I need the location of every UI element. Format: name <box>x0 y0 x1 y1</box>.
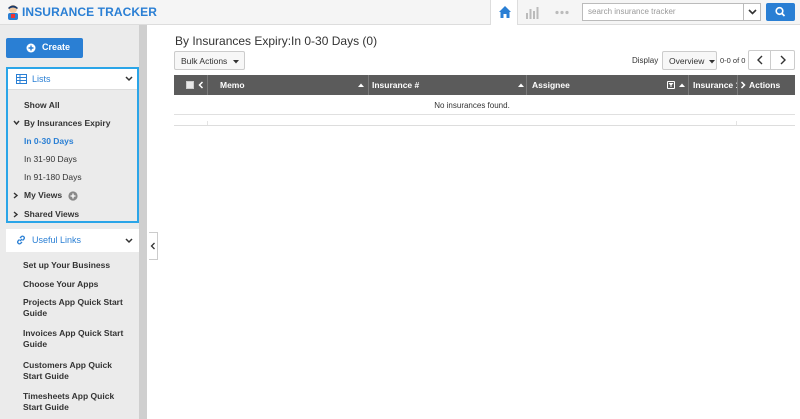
view-select[interactable]: Overview <box>662 51 717 70</box>
top-bar: INSURANCE TRACKER search insurance track… <box>0 0 800 25</box>
chevron-down-icon <box>748 9 757 15</box>
table-empty-row: No insurances found. <box>174 95 795 115</box>
sidebar-collapse-handle[interactable] <box>149 232 158 260</box>
column-header-memo[interactable]: Memo <box>208 75 369 95</box>
list-item-91-180-days[interactable]: In 91-180 Days <box>24 172 82 182</box>
list-item-show-all[interactable]: Show All <box>24 100 60 110</box>
table-list-icon <box>16 74 27 84</box>
caret-down-icon <box>233 60 239 64</box>
select-all-column <box>174 75 208 95</box>
useful-link-projects-guide[interactable]: Projects App Quick Start Guide <box>23 297 133 319</box>
filter-icon[interactable] <box>667 81 675 89</box>
column-header-assignee-label: Assignee <box>532 80 570 90</box>
home-nav-button[interactable] <box>490 0 518 25</box>
useful-links-title: Useful Links <box>32 235 82 245</box>
app-title[interactable]: INSURANCE TRACKER <box>22 5 157 19</box>
chevron-down-icon <box>13 120 20 126</box>
list-item-my-views[interactable]: My Views <box>24 190 62 200</box>
useful-link-setup-business[interactable]: Set up Your Business <box>23 260 133 271</box>
chevron-left-icon <box>757 55 763 65</box>
plus-circle-icon <box>26 43 36 53</box>
chevron-right-icon[interactable] <box>740 81 746 89</box>
app-logo-icon <box>8 5 18 20</box>
home-icon <box>499 6 511 18</box>
record-count: 0-0 of 0 <box>720 56 746 65</box>
chevron-down-icon <box>125 238 133 244</box>
select-all-checkbox[interactable] <box>186 81 194 89</box>
chart-icon <box>526 7 539 19</box>
previous-page-button[interactable] <box>748 50 771 70</box>
sort-icon <box>358 83 364 87</box>
lists-panel-header[interactable]: Lists <box>8 69 137 90</box>
column-header-insurance-number[interactable]: Insurance # <box>369 75 527 95</box>
lists-panel: Lists Show All By Insurances Expiry In 0… <box>6 67 139 223</box>
create-button[interactable]: Create <box>6 38 83 58</box>
column-header-actions-label: Actions <box>749 80 781 90</box>
next-page-button[interactable] <box>771 50 795 70</box>
chevron-right-icon <box>780 55 786 65</box>
column-header-insurance-1-label: Insurance 1 <box>693 80 738 90</box>
column-header-actions: Actions <box>738 75 795 95</box>
chevron-down-icon <box>125 76 133 82</box>
column-header-memo-label: Memo <box>220 80 245 90</box>
search-button[interactable] <box>766 3 795 21</box>
useful-link-customers-guide[interactable]: Customers App Quick Start Guide <box>23 360 133 382</box>
add-view-icon[interactable] <box>68 191 78 201</box>
chevron-left-icon[interactable] <box>198 81 204 89</box>
list-item-0-30-days[interactable]: In 0-30 Days <box>24 136 74 146</box>
useful-link-timesheets-guide[interactable]: Timesheets App Quick Start Guide <box>23 391 133 413</box>
useful-link-invoices-guide[interactable]: Invoices App Quick Start Guide <box>23 328 133 350</box>
search-scope-dropdown[interactable] <box>744 3 761 21</box>
lists-panel-title: Lists <box>32 74 51 84</box>
display-label: Display <box>632 56 659 65</box>
search-input[interactable]: search insurance tracker <box>582 3 744 21</box>
list-item-31-90-days[interactable]: In 31-90 Days <box>24 154 77 164</box>
page-title: By Insurances Expiry:In 0-30 Days (0) <box>175 34 378 48</box>
bulk-actions-button[interactable]: Bulk Actions <box>174 51 245 70</box>
chevron-right-icon <box>13 211 19 218</box>
list-item-shared-views[interactable]: Shared Views <box>24 209 79 219</box>
list-item-by-insurances-expiry[interactable]: By Insurances Expiry <box>24 118 110 128</box>
sort-icon <box>518 83 524 87</box>
table-header: Memo Insurance # Assignee Insurance 1 Ac… <box>174 75 795 95</box>
more-nav-button[interactable] <box>548 0 576 25</box>
view-select-value: Overview <box>669 56 705 66</box>
caret-down-icon <box>709 60 715 64</box>
column-header-insurance-1[interactable]: Insurance 1 <box>689 75 738 95</box>
chevron-left-icon <box>150 242 155 250</box>
link-icon <box>17 235 25 245</box>
search-icon <box>775 6 786 17</box>
reports-nav-button[interactable] <box>518 0 546 25</box>
sort-icon <box>679 83 685 87</box>
column-header-insurance-number-label: Insurance # <box>372 80 420 90</box>
more-dots-icon <box>555 10 569 15</box>
useful-link-choose-apps[interactable]: Choose Your Apps <box>23 279 133 290</box>
column-header-assignee[interactable]: Assignee <box>527 75 689 95</box>
useful-links-header[interactable]: Useful Links <box>6 229 139 252</box>
empty-table-message: No insurances found. <box>434 101 510 110</box>
table-bottom-border <box>174 125 795 126</box>
sidebar-scrollbar[interactable] <box>139 25 147 419</box>
chevron-right-icon <box>13 192 19 199</box>
bulk-actions-label: Bulk Actions <box>181 56 228 66</box>
create-button-label: Create <box>42 42 71 52</box>
